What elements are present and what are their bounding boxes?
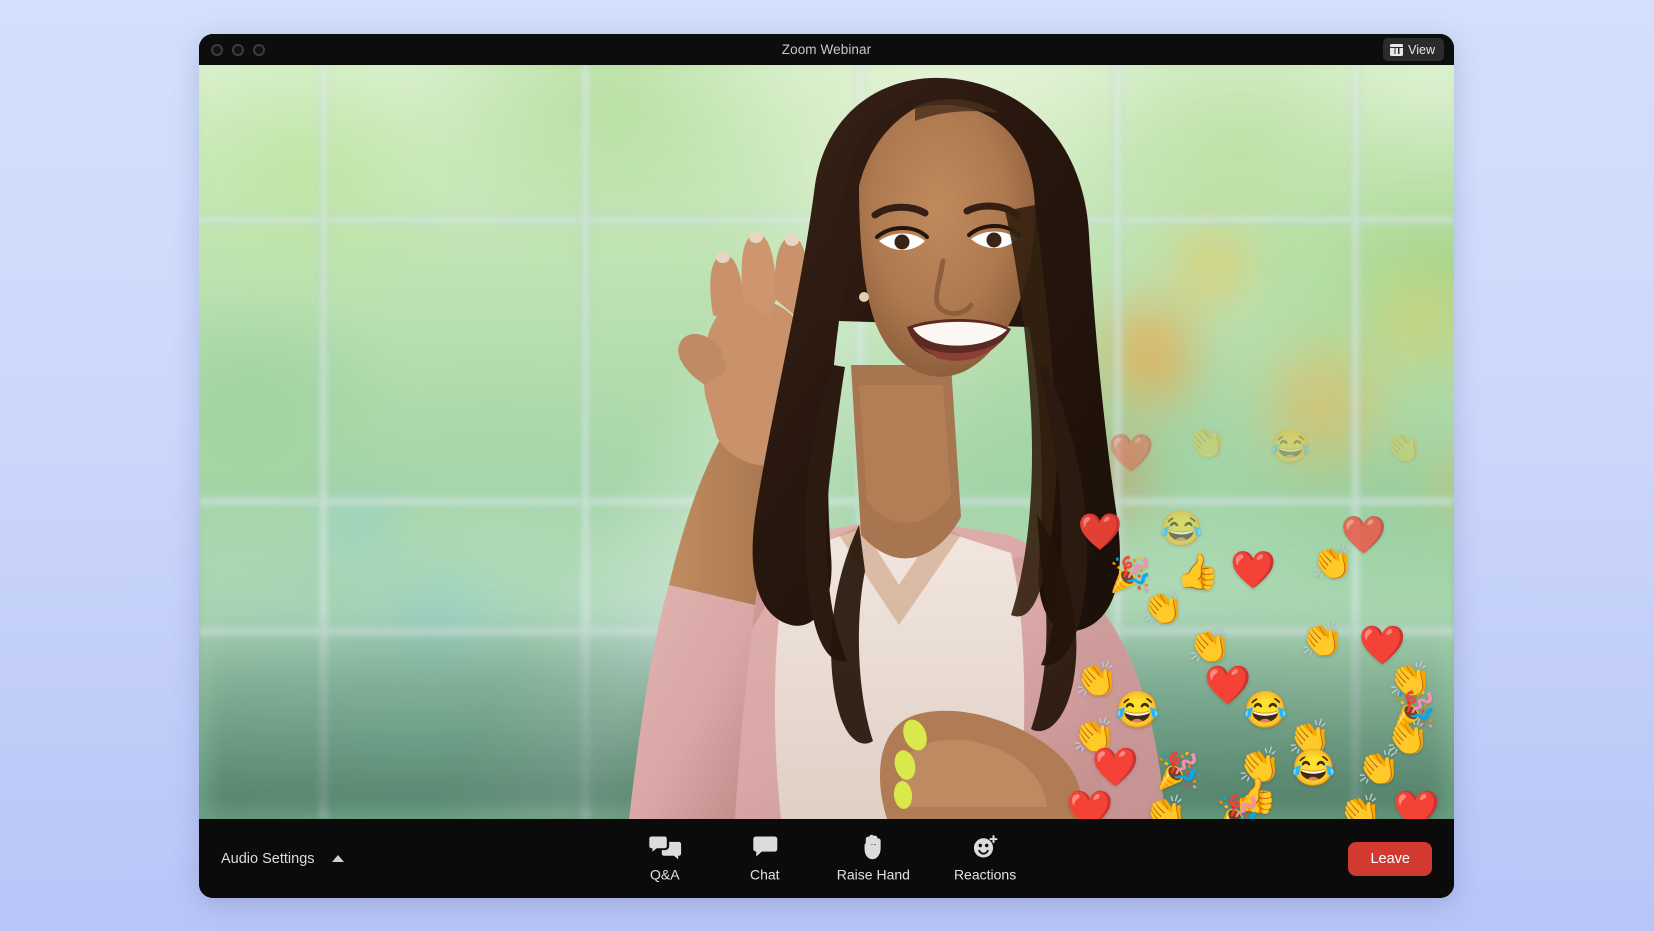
- raise-hand-button[interactable]: Raise Hand: [836, 834, 910, 882]
- qa-label: Q&A: [649, 866, 680, 882]
- traffic-light-controls: [211, 43, 265, 56]
- maximize-window-button[interactable]: [253, 43, 265, 56]
- view-button-label: View: [1408, 42, 1435, 57]
- raise-hand-label: Raise Hand: [836, 866, 910, 882]
- presenter-figure: [199, 65, 1454, 819]
- audio-settings-label: Audio Settings: [221, 850, 315, 867]
- grid-view-icon: [1390, 43, 1404, 56]
- qa-bubbles-icon: [648, 835, 682, 859]
- chevron-up-icon[interactable]: [331, 855, 344, 862]
- window-titlebar: Zoom Webinar View: [199, 34, 1454, 65]
- reactions-smiley-icon: [972, 834, 998, 859]
- reactions-label: Reactions: [953, 866, 1017, 882]
- reactions-button[interactable]: Reactions: [953, 834, 1017, 882]
- zoom-webinar-window: Zoom Webinar View ❤️ 👏 😂 👏 ❤️ 😂 ❤️ 🎉 👍 ❤…: [199, 34, 1454, 898]
- audio-settings-button[interactable]: Audio Settings: [221, 851, 344, 867]
- chat-label: Chat: [749, 866, 780, 882]
- view-button[interactable]: View: [1383, 38, 1444, 61]
- raised-hand-icon: [862, 834, 884, 859]
- chat-bubble-icon: [752, 835, 778, 859]
- toolbar-actions: Q&A Chat Raise Hand Reactions: [637, 834, 1017, 882]
- chat-button[interactable]: Chat: [737, 835, 793, 882]
- minimize-window-button[interactable]: [232, 43, 244, 56]
- close-window-button[interactable]: [211, 43, 223, 56]
- meeting-toolbar: Audio Settings Q&A Chat Raise Hand React…: [199, 819, 1454, 898]
- qa-button[interactable]: Q&A: [637, 835, 693, 882]
- presenter-video-feed: ❤️ 👏 😂 👏 ❤️ 😂 ❤️ 🎉 👍 ❤️ 👏 👏 👏 👏 ❤️ 👏 ❤️ 👏 😂 😂 🎉 👏 👏 👏 ❤️ 🎉 👏 😂 👏 👍 ❤️ 👏…: [199, 65, 1454, 819]
- leave-button[interactable]: Leave: [1348, 841, 1432, 876]
- window-title: Zoom Webinar: [781, 42, 872, 57]
